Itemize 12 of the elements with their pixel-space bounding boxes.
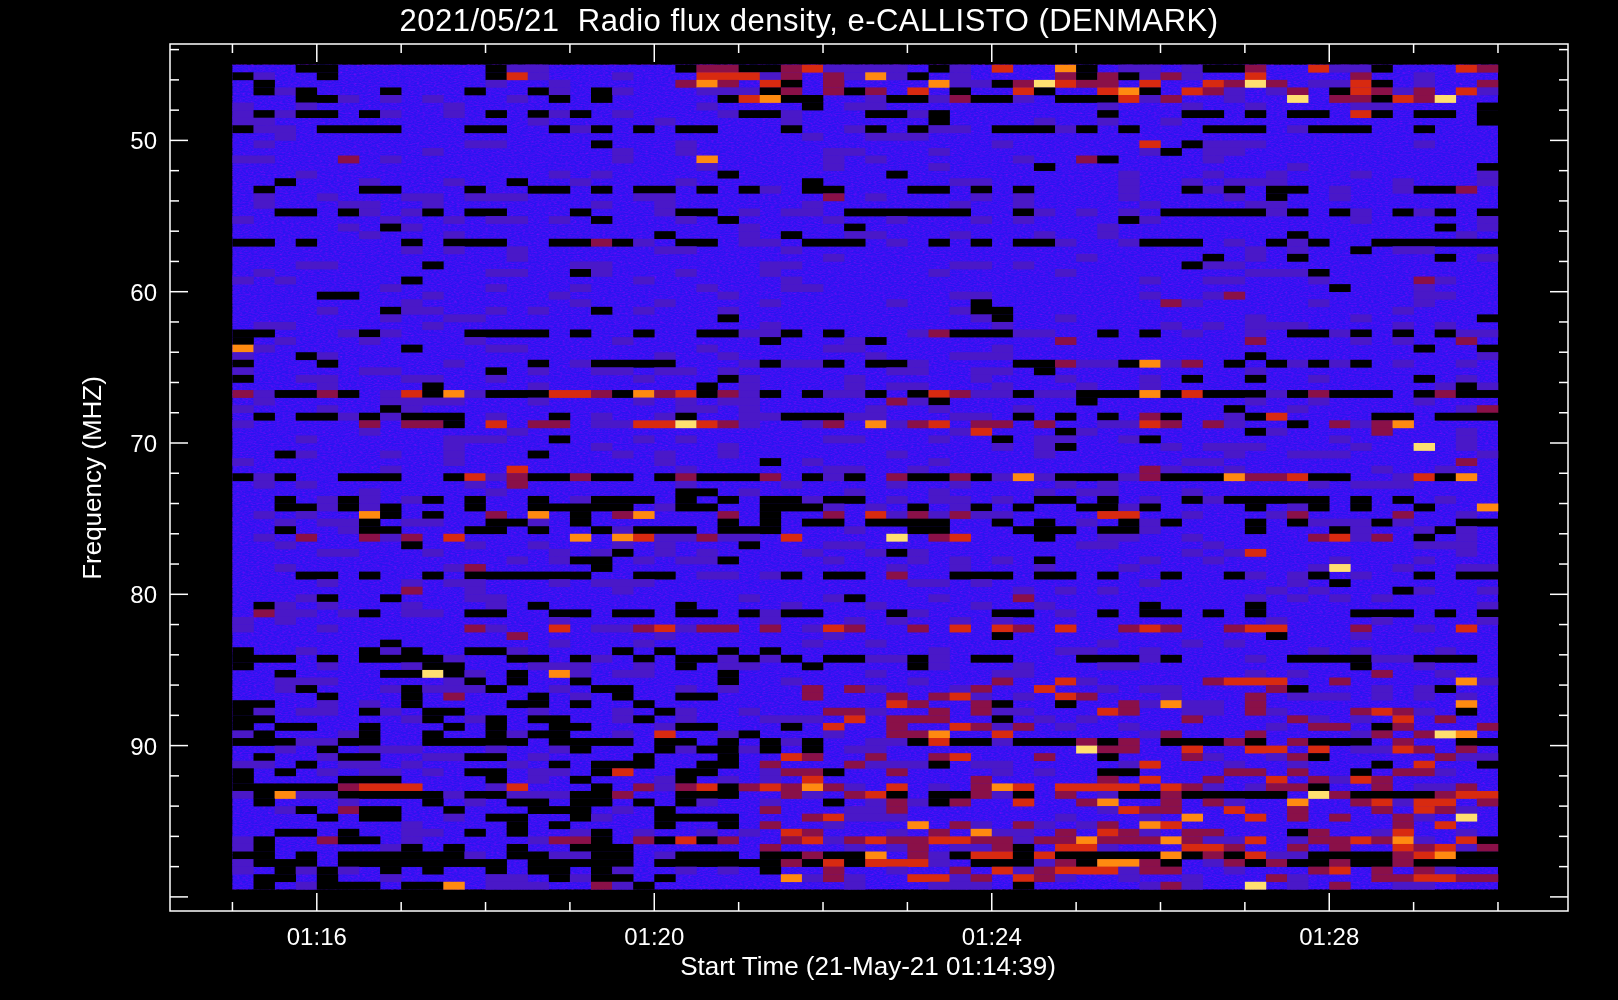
tick-label: 01:16: [286, 923, 347, 950]
tick-label: 60: [130, 278, 157, 306]
plot-title: 2021/05/21 Radio flux density, e-CALLISTO (DENMARK): [399, 2, 1219, 40]
tick-label: 01:28: [1299, 923, 1360, 950]
tick-label: 01:20: [624, 923, 685, 950]
tick-label: 70: [130, 430, 157, 457]
x-axis-label: Start Time (21-May-21 01:14:39): [680, 951, 1056, 981]
tick-label: 01:24: [961, 923, 1022, 950]
tick-label: 90: [130, 732, 157, 760]
tick-label: 50: [130, 127, 157, 155]
tick-label: 80: [130, 581, 157, 609]
y-axis-label: Frequency (MHZ): [77, 376, 107, 580]
